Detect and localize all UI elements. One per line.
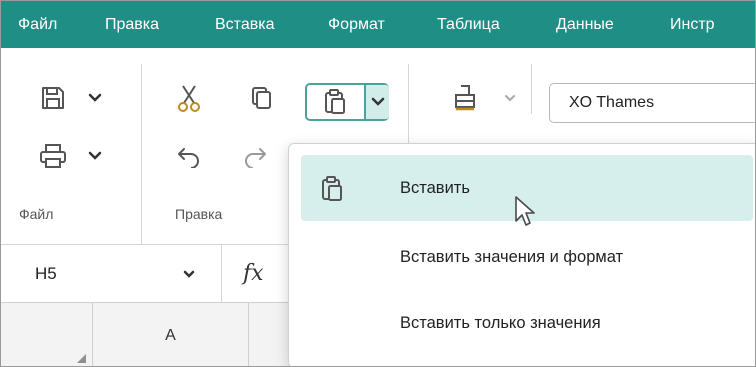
menu-item-label: Вставить значения и формат bbox=[400, 248, 624, 266]
scissors-icon bbox=[178, 85, 200, 112]
save-options-chevron-down-icon[interactable] bbox=[85, 88, 105, 108]
menu-data[interactable]: Данные bbox=[556, 1, 614, 48]
menu-file[interactable]: Файл bbox=[18, 1, 57, 48]
menu-table[interactable]: Таблица bbox=[437, 1, 500, 48]
paintbrush-icon bbox=[455, 85, 475, 111]
menu-item-paste-values-only[interactable]: Вставить только значения bbox=[301, 290, 753, 356]
group-label-edit: Правка bbox=[175, 206, 223, 222]
font-family-select[interactable]: XO Thames bbox=[549, 83, 755, 123]
font-family-value: XO Thames bbox=[569, 94, 655, 111]
editor-window: Файл Правка Вставка Формат Таблица Данны… bbox=[0, 0, 756, 367]
undo-icon bbox=[178, 148, 199, 168]
menu-edit[interactable]: Правка bbox=[105, 1, 159, 48]
select-all-corner[interactable] bbox=[1, 303, 93, 366]
paste-icon bbox=[319, 175, 345, 208]
paste-options-button[interactable] bbox=[364, 85, 389, 119]
cell-reference-box[interactable]: H5 bbox=[35, 245, 57, 303]
fx-icon[interactable]: fx bbox=[243, 245, 264, 303]
column-header-a[interactable]: A bbox=[93, 303, 249, 366]
cut-button[interactable] bbox=[171, 80, 207, 116]
corner-triangle-icon bbox=[77, 354, 86, 363]
format-painter-chevron-down-icon[interactable] bbox=[501, 88, 519, 108]
redo-icon bbox=[245, 148, 266, 168]
formula-separator bbox=[221, 245, 222, 303]
toolbar-separator bbox=[141, 64, 142, 244]
copy-button[interactable] bbox=[243, 80, 279, 116]
mouse-pointer-icon bbox=[513, 195, 539, 234]
menu-tools[interactable]: Инстр bbox=[670, 1, 715, 48]
print-button[interactable] bbox=[35, 138, 71, 174]
group-label-file: Файл bbox=[19, 206, 54, 222]
menu-item-label: Вставить bbox=[400, 179, 470, 197]
menu-bar: Файл Правка Вставка Формат Таблица Данны… bbox=[1, 1, 755, 48]
format-painter-button[interactable] bbox=[447, 80, 483, 116]
copy-icon bbox=[252, 87, 271, 109]
menu-item-label: Вставить только значения bbox=[400, 314, 601, 332]
print-options-chevron-down-icon[interactable] bbox=[85, 146, 105, 166]
redo-button[interactable] bbox=[237, 138, 273, 174]
chevron-down-icon bbox=[371, 97, 384, 106]
print-icon bbox=[40, 144, 66, 168]
save-icon bbox=[42, 87, 64, 109]
paste-button[interactable] bbox=[307, 85, 362, 119]
toolbar-separator bbox=[531, 64, 532, 114]
paste-split-button bbox=[305, 83, 389, 121]
cell-reference-chevron-down-icon[interactable] bbox=[179, 264, 199, 284]
undo-button[interactable] bbox=[171, 138, 207, 174]
menu-insert[interactable]: Вставка bbox=[215, 1, 274, 48]
paste-icon bbox=[324, 89, 345, 114]
save-button[interactable] bbox=[35, 80, 71, 116]
menu-format[interactable]: Формат bbox=[328, 1, 385, 48]
paste-options-menu: Вставить Вставить значения и формат Вста… bbox=[288, 143, 755, 366]
